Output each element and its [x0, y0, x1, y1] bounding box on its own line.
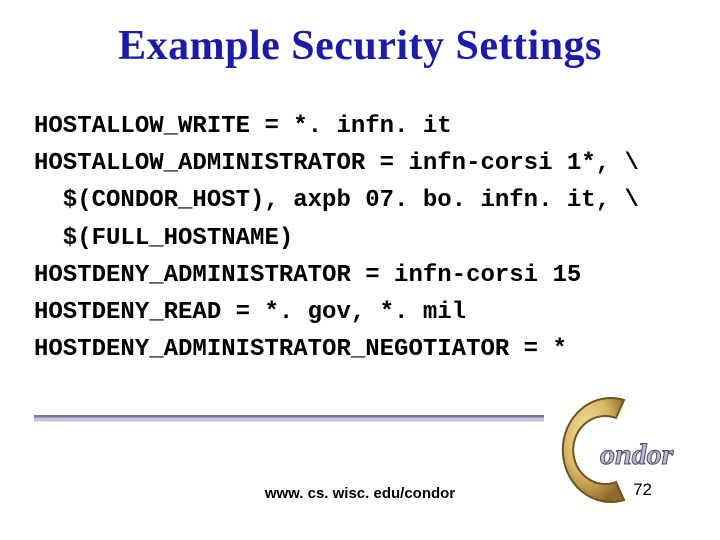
code-block: HOSTALLOW_WRITE = *. infn. it HOSTALLOW_… — [34, 108, 686, 368]
page-number: 72 — [633, 480, 652, 500]
footer-url: www. cs. wisc. edu/condor — [0, 485, 720, 502]
slide-title: Example Security Settings — [0, 22, 720, 70]
slide: Example Security Settings HOSTALLOW_WRIT… — [0, 0, 720, 540]
code-line: HOSTDENY_ADMINISTRATOR = infn-corsi 15 — [34, 262, 581, 289]
code-line: $(CONDOR_HOST), axpb 07. bo. infn. it, \ — [34, 187, 639, 214]
code-line: HOSTALLOW_ADMINISTRATOR = infn-corsi 1*,… — [34, 150, 639, 177]
divider-line — [34, 415, 544, 421]
logo-text: ondor — [600, 438, 674, 471]
code-line: $(FULL_HOSTNAME) — [34, 225, 293, 252]
code-line: HOSTDENY_READ = *. gov, *. mil — [34, 299, 466, 326]
code-line: HOSTALLOW_WRITE = *. infn. it — [34, 113, 452, 140]
code-line: HOSTDENY_ADMINISTRATOR_NEGOTIATOR = * — [34, 336, 567, 363]
